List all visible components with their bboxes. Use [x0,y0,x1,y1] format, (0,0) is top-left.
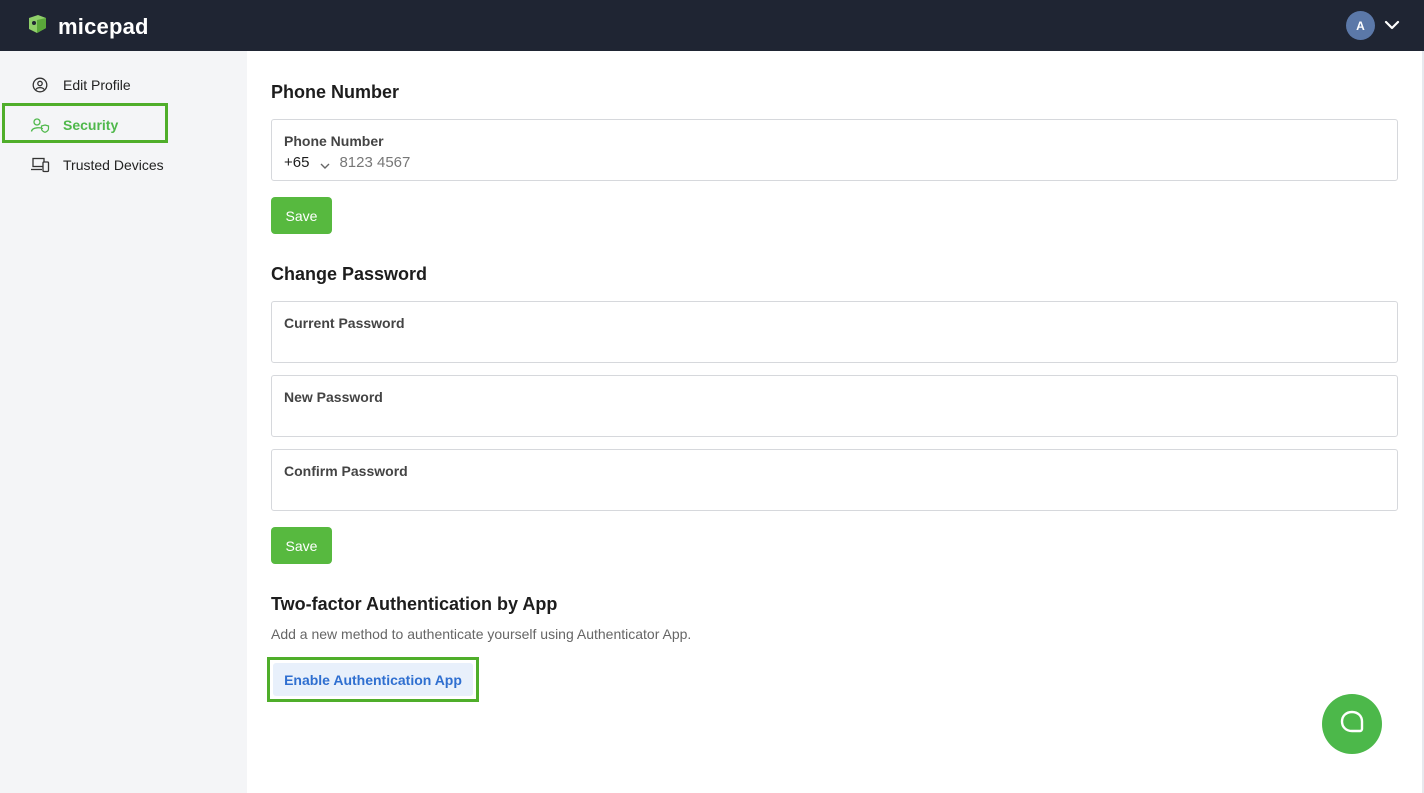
save-password-button[interactable]: Save [271,527,332,564]
micepad-logo-icon [26,12,50,41]
sidebar-item-label: Edit Profile [63,77,131,93]
sidebar: Edit Profile Security Trusted Devices [0,51,247,793]
phone-number-field[interactable]: Phone Number +65 [271,119,1398,181]
chevron-down-icon[interactable] [319,158,331,169]
sidebar-item-label: Trusted Devices [63,157,164,173]
country-code-select[interactable]: +65 [284,154,309,171]
current-password-field[interactable]: Current Password [271,301,1398,363]
two-factor-description: Add a new method to authenticate yoursel… [271,626,692,642]
phone-number-input[interactable] [339,154,940,171]
two-factor-section-title: Two-factor Authentication by App [271,594,558,614]
new-password-field[interactable]: New Password [271,375,1398,437]
phone-section-title: Phone Number [271,82,400,102]
sidebar-item-edit-profile[interactable]: Edit Profile [0,65,247,105]
password-section-title: Change Password [271,264,428,284]
security-highlight-box [2,103,168,143]
avatar[interactable]: A [1346,11,1375,40]
chevron-down-icon[interactable] [1383,17,1401,33]
new-password-input[interactable] [284,410,1384,427]
enable-auth-highlight-box: Enable Authentication App [267,657,479,702]
user-circle-icon [30,76,50,94]
confirm-password-field[interactable]: Confirm Password [271,449,1398,511]
current-password-input[interactable] [284,336,1384,353]
enable-authentication-app-button[interactable]: Enable Authentication App [273,663,473,696]
new-password-label: New Password [284,389,383,405]
sidebar-item-trusted-devices[interactable]: Trusted Devices [0,145,247,185]
top-bar: micepad A [0,0,1424,51]
brand-name: micepad [58,13,149,39]
save-phone-button[interactable]: Save [271,197,332,234]
confirm-password-label: Confirm Password [284,463,408,479]
chat-icon [1339,709,1365,740]
devices-icon [30,156,50,174]
current-password-label: Current Password [284,315,405,331]
chat-support-button[interactable] [1322,694,1382,754]
phone-field-label: Phone Number [284,133,384,149]
app-logo[interactable]: micepad [26,12,149,41]
confirm-password-input[interactable] [284,484,1384,501]
phone-input-row: +65 [284,154,940,171]
